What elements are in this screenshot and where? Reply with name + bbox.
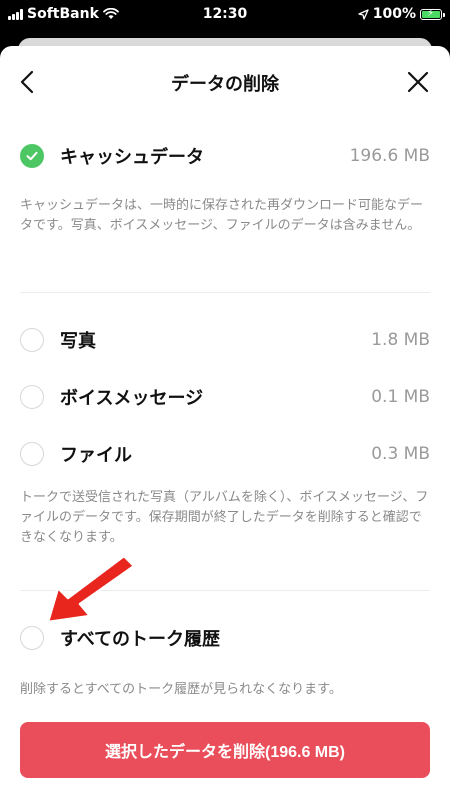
battery-charging-icon: ⚡: [420, 8, 445, 20]
cache-checkbox[interactable]: [20, 144, 44, 168]
cache-label: キャッシュデータ: [60, 147, 204, 168]
photos-size: 1.8 MB: [371, 330, 430, 350]
delete-selected-button[interactable]: 選択したデータを削除(196.6 MB): [20, 722, 430, 778]
media-option-files[interactable]: ファイル 0.3 MB: [20, 438, 430, 470]
history-description: 削除するとすべてのトーク履歴が見られなくなります。: [20, 682, 342, 697]
history-checkbox[interactable]: [20, 626, 44, 650]
files-checkbox[interactable]: [20, 442, 44, 466]
media-option-photos[interactable]: 写真 1.8 MB: [20, 324, 430, 356]
photos-checkbox[interactable]: [20, 328, 44, 352]
header: データの削除: [0, 46, 450, 118]
cache-description: キャッシュデータは、一時的に保存された再ダウンロード可能なデータです。写真、ボイ…: [20, 198, 424, 233]
page-title: データの削除: [171, 74, 279, 95]
history-label: すべてのトーク履歴: [60, 629, 221, 650]
status-right: 100% ⚡: [358, 6, 445, 22]
location-arrow-icon: [358, 8, 369, 20]
files-size: 0.3 MB: [371, 444, 430, 464]
battery-percent: 100%: [372, 6, 416, 22]
divider: [20, 292, 430, 293]
files-label: ファイル: [60, 445, 132, 466]
annotation-arrow-icon: [46, 554, 136, 624]
status-bar: SoftBank 12:30 100% ⚡: [0, 0, 450, 30]
media-option-voice[interactable]: ボイスメッセージ 0.1 MB: [20, 381, 430, 413]
voice-label: ボイスメッセージ: [60, 388, 204, 409]
photos-label: 写真: [60, 331, 96, 352]
cache-option[interactable]: キャッシュデータ 196.6 MB: [20, 140, 430, 172]
voice-checkbox[interactable]: [20, 385, 44, 409]
close-icon[interactable]: [406, 70, 430, 94]
cache-size: 196.6 MB: [349, 146, 430, 166]
check-icon: [26, 151, 38, 161]
data-delete-sheet: データの削除 キャッシュデータ 196.6 MB キャッシュデータは、一時的に保…: [0, 46, 450, 800]
history-option[interactable]: すべてのトーク履歴: [20, 622, 430, 654]
voice-size: 0.1 MB: [371, 387, 430, 407]
media-description: トークで送受信された写真（アルバムを除く）、ボイスメッセージ、ファイルのデータで…: [20, 490, 429, 545]
